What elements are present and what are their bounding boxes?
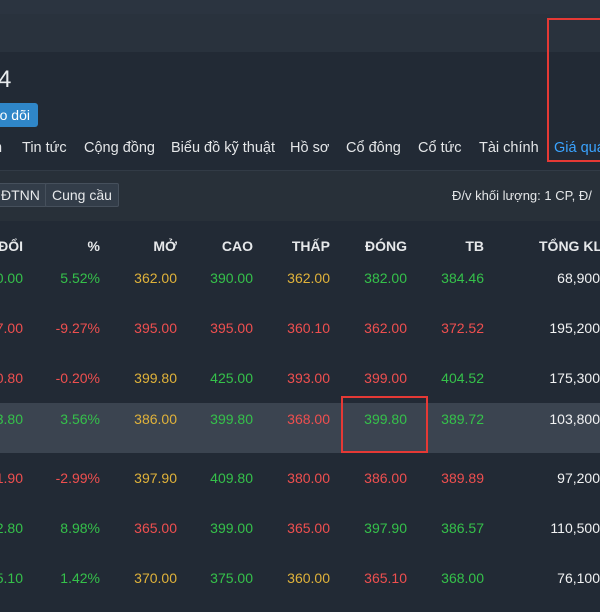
col-header-average: TB: [465, 238, 484, 254]
highlighted-close-cell-box: [341, 396, 428, 453]
table-row: 0.00 5.52% 362.00 390.00 362.00 382.00 3…: [0, 262, 600, 312]
cell-open: 386.00: [134, 411, 177, 427]
cell-high: 409.80: [210, 470, 253, 486]
cell-open: 370.00: [134, 570, 177, 586]
cell-high: 395.00: [210, 320, 253, 336]
cell-change: 2.80: [0, 520, 23, 536]
cell-percent: 3.56%: [60, 411, 100, 427]
cell-high: 375.00: [210, 570, 253, 586]
cell-percent: -9.27%: [55, 320, 100, 336]
col-header-low: THẤP: [291, 238, 330, 254]
col-header-open: MỞ: [153, 238, 177, 254]
tab-financials[interactable]: Tài chính: [479, 140, 539, 156]
cell-open: 365.00: [134, 520, 177, 536]
cell-close: 382.00: [364, 270, 407, 286]
cell-high: 399.00: [210, 520, 253, 536]
dtnn-button[interactable]: ĐTNN: [0, 183, 47, 207]
cell-total-volume: 97,200: [557, 470, 600, 486]
cell-open: 395.00: [134, 320, 177, 336]
tab-shareholders[interactable]: Cổ đông: [346, 140, 401, 156]
cell-close: 362.00: [364, 320, 407, 336]
cell-average: 368.00: [441, 570, 484, 586]
cell-change: 7.00: [0, 320, 23, 336]
tab-dividends[interactable]: Cổ tức: [418, 140, 462, 156]
cell-low: 368.00: [287, 411, 330, 427]
cell-high: 390.00: [210, 270, 253, 286]
cell-total-volume: 175,300: [549, 370, 600, 386]
top-nav-text: [140, 0, 540, 3]
cell-open: 399.80: [134, 370, 177, 386]
col-header-close: ĐÓNG: [365, 238, 407, 254]
cell-total-volume: 68,900: [557, 270, 600, 286]
cell-low: 380.00: [287, 470, 330, 486]
cell-close: 399.00: [364, 370, 407, 386]
top-nav-bar: [0, 0, 600, 14]
table-row: 5.10 1.42% 370.00 375.00 360.00 365.10 3…: [0, 562, 600, 612]
table-row: 2.80 8.98% 365.00 399.00 365.00 397.90 3…: [0, 512, 600, 562]
cell-open: 362.00: [134, 270, 177, 286]
sub-nav-bar: [0, 14, 600, 52]
cell-change: 3.80: [0, 411, 23, 427]
tab-community[interactable]: Cộng đồng: [84, 140, 155, 156]
cell-high: 425.00: [210, 370, 253, 386]
cell-change: 0.00: [0, 270, 23, 286]
col-header-high: CAO: [221, 238, 253, 254]
tab-technical-chart[interactable]: Biểu đồ kỹ thuật: [171, 140, 275, 156]
cell-change: 0.80: [0, 370, 23, 386]
cell-total-volume: 110,500: [550, 520, 600, 536]
cell-percent: -0.20%: [55, 370, 100, 386]
table-row: 1.90 -2.99% 397.90 409.80 380.00 386.00 …: [0, 462, 600, 512]
tab-profile[interactable]: Hồ sơ: [290, 140, 329, 156]
col-header-change: ĐỔI: [0, 238, 23, 254]
cell-close: 397.90: [364, 520, 407, 536]
cell-change: 5.10: [0, 570, 23, 586]
cell-percent: -2.99%: [55, 470, 100, 486]
cell-low: 393.00: [287, 370, 330, 386]
cell-low: 362.00: [287, 270, 330, 286]
cell-average: 372.52: [441, 320, 484, 336]
tab-bar: n Tin tức Cộng đồng Biểu đồ kỹ thuật Hồ …: [0, 136, 600, 164]
cell-total-volume: 76,100: [557, 570, 600, 586]
cell-close: 365.10: [364, 570, 407, 586]
volume-unit-label: Đ/v khối lượng: 1 CP, Đ/: [452, 188, 592, 203]
cell-average: 386.57: [441, 520, 484, 536]
cell-low: 360.00: [287, 570, 330, 586]
col-header-percent: %: [87, 238, 100, 254]
cell-change: 1.90: [0, 470, 23, 486]
ticker-symbol: 4: [0, 66, 12, 93]
cell-open: 397.90: [134, 470, 177, 486]
table-row-highlighted: 3.80 3.56% 386.00 399.80 368.00 399.80 3…: [0, 403, 600, 453]
cell-total-volume: 195,200: [549, 320, 600, 336]
col-header-total-volume: TỔNG KL: [539, 238, 600, 254]
tab-news[interactable]: Tin tức: [22, 140, 67, 156]
cell-average: 389.72: [441, 411, 484, 427]
cell-percent: 8.98%: [60, 520, 100, 536]
toolbar: ĐTNN Cung cầu Đ/v khối lượng: 1 CP, Đ/: [0, 170, 600, 221]
cell-percent: 1.42%: [60, 570, 100, 586]
supply-demand-button[interactable]: Cung cầu: [45, 183, 119, 207]
cell-average: 384.46: [441, 270, 484, 286]
active-tab-highlight-box: [547, 18, 600, 162]
cell-low: 360.10: [287, 320, 330, 336]
cell-average: 404.52: [441, 370, 484, 386]
cell-percent: 5.52%: [60, 270, 100, 286]
cell-high: 399.80: [210, 411, 253, 427]
follow-button[interactable]: eo dõi: [0, 103, 38, 127]
cell-average: 389.89: [441, 470, 484, 486]
cell-close: 386.00: [364, 470, 407, 486]
cell-low: 365.00: [287, 520, 330, 536]
table-row: 7.00 -9.27% 395.00 395.00 360.10 362.00 …: [0, 312, 600, 362]
table-header: ĐỔI % MỞ CAO THẤP ĐÓNG TB TỔNG KL: [0, 232, 600, 262]
cell-total-volume: 103,800: [549, 411, 600, 427]
tab-partial[interactable]: n: [0, 140, 2, 156]
